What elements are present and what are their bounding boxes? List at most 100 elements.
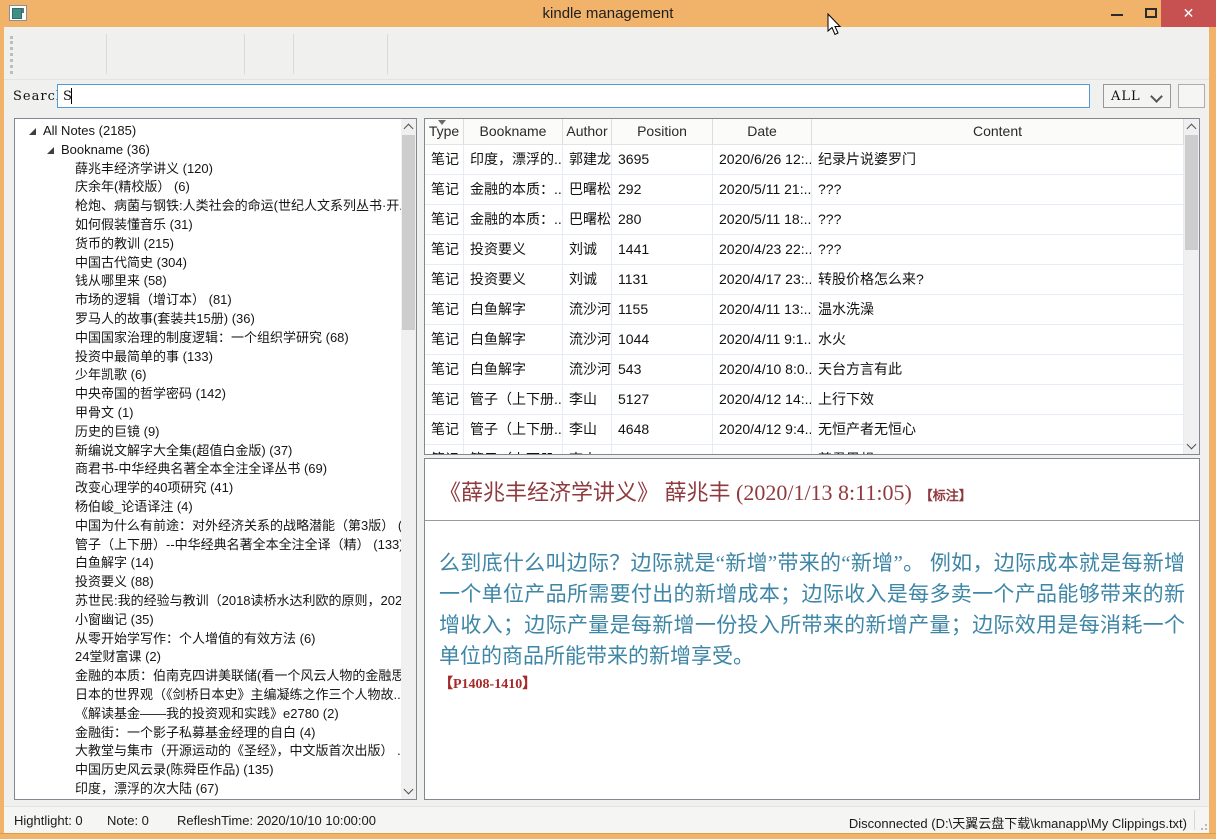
- tree-item[interactable]: 货币的教训 (215): [15, 235, 401, 254]
- tree-item[interactable]: 中国古代简史 (304): [15, 254, 401, 273]
- tree-item-label: 中国历史风云录(陈舜臣作品) (135): [75, 761, 274, 780]
- tree-item[interactable]: 从零开始学写作：个人增值的有效方法 (6): [15, 630, 401, 649]
- tree-item[interactable]: 金融街：一个影子私募基金经理的自白 (4): [15, 724, 401, 743]
- search-filter-value: ALL: [1111, 89, 1141, 104]
- tree-item[interactable]: 大教堂与集市（开源运动的《圣经》，中文版首次出版） ...: [15, 742, 401, 761]
- tree-item[interactable]: 甲骨文 (1): [15, 404, 401, 423]
- toolbar-grip-icon[interactable]: [10, 36, 13, 74]
- tree-item[interactable]: 24堂财富课 (2): [15, 648, 401, 667]
- tree-item[interactable]: 印度，漂浮的次大陆 (67): [15, 780, 401, 799]
- cell-date: 2020/5/11 18:...: [713, 205, 812, 235]
- table-row[interactable]: 笔记白鱼解字流沙河10442020/4/11 9:1...水火: [425, 325, 1184, 355]
- cell-bookname: 投资要义: [464, 265, 563, 295]
- tree-item[interactable]: 新编说文解字大全集(超值白金版) (37): [15, 442, 401, 461]
- minimize-button[interactable]: [1102, 0, 1132, 27]
- tree-item[interactable]: 投资要义 (88): [15, 573, 401, 592]
- cell-author: 流沙河: [563, 295, 612, 325]
- tree-item[interactable]: 少年凯歌 (6): [15, 366, 401, 385]
- table-row[interactable]: 笔记金融的本质：...巴曙松2802020/5/11 18:...???: [425, 205, 1184, 235]
- column-header[interactable]: Position: [612, 119, 713, 144]
- scroll-down-icon[interactable]: [1184, 438, 1199, 454]
- tree-item[interactable]: 市场的逻辑（增订本） (81): [15, 291, 401, 310]
- table-row[interactable]: 笔记投资要义刘诚14412020/4/23 22:...???: [425, 235, 1184, 265]
- tree-item[interactable]: 管子（上下册）--中华经典名著全本全注全译（精） (133): [15, 536, 401, 555]
- cell-content: 上行下效: [812, 385, 1184, 415]
- tree-item[interactable]: 金融的本质：伯南克四讲美联储(看一个风云人物的金融思...: [15, 667, 401, 686]
- table-body: 笔记印度，漂浮的...郭建龙36952020/6/26 12:...纪录片说婆罗…: [425, 145, 1184, 454]
- cell-author: 巴曙松: [563, 205, 612, 235]
- search-input[interactable]: [57, 84, 1090, 108]
- table-row[interactable]: 笔记管子（上下册...李山45772020/4/12 9:4...尊君思想: [425, 445, 1184, 454]
- tree-item[interactable]: 如何假装懂音乐 (31): [15, 216, 401, 235]
- tree-scrollbar[interactable]: [401, 119, 416, 799]
- tree-scrollbar-thumb[interactable]: [402, 135, 415, 330]
- tree-item[interactable]: 杨伯峻_论语译注 (4): [15, 498, 401, 517]
- tree-item-label: 大教堂与集市（开源运动的《圣经》，中文版首次出版） ...: [75, 742, 401, 761]
- cell-type: 笔记: [425, 355, 464, 385]
- column-header[interactable]: Date: [713, 119, 812, 144]
- resize-grip-icon[interactable]: [1198, 821, 1207, 830]
- table-row[interactable]: 笔记管子（上下册...李山46482020/4/12 9:4...无恒产者无恒心: [425, 415, 1184, 445]
- table-row[interactable]: 笔记白鱼解字流沙河5432020/4/10 8:0...天台方言有此: [425, 355, 1184, 385]
- status-note-count: Note: 0: [107, 813, 149, 828]
- tree-item[interactable]: 历史的巨镜 (9): [15, 423, 401, 442]
- tree-item-label: 从零开始学写作：个人增值的有效方法 (6): [75, 630, 316, 649]
- table-row[interactable]: 笔记管子（上下册...李山51272020/4/12 14:...上行下效: [425, 385, 1184, 415]
- close-button[interactable]: ✕: [1161, 0, 1216, 27]
- cell-position: 1044: [612, 325, 713, 355]
- search-filter-dropdown[interactable]: ALL: [1103, 84, 1171, 108]
- window-border-right: [1209, 27, 1216, 839]
- tree-item[interactable]: 苏世民:我的经验与教训（2018读桥水达利欧的原则，202...: [15, 592, 401, 611]
- table-scrollbar[interactable]: [1184, 119, 1199, 454]
- status-connection: Disconnected (D:\天翼云盘下载\kmanapp\My Clipp…: [849, 813, 1187, 832]
- tree-item[interactable]: 钱从哪里来 (58): [15, 272, 401, 291]
- tree-item-bookname[interactable]: Bookname (36): [15, 141, 401, 160]
- tree-item[interactable]: 白鱼解字 (14): [15, 554, 401, 573]
- tree-item[interactable]: 中国国家治理的制度逻辑：一个组织学研究 (68): [15, 329, 401, 348]
- tree-item[interactable]: 日本的世界观（《剑桥日本史》主编凝练之作三个人物故...: [15, 686, 401, 705]
- column-header[interactable]: Author: [563, 119, 612, 144]
- tree-expander-icon[interactable]: [29, 128, 36, 135]
- table-row[interactable]: 笔记金融的本质：...巴曙松2922020/5/11 21:...???: [425, 175, 1184, 205]
- search-button[interactable]: [1178, 84, 1205, 108]
- cell-bookname: 白鱼解字: [464, 325, 563, 355]
- tree-item-all-notes[interactable]: All Notes (2185): [15, 122, 401, 141]
- table-row[interactable]: 笔记白鱼解字流沙河11552020/4/11 13:...温水洗澡: [425, 295, 1184, 325]
- tree-item[interactable]: 小窗幽记 (35): [15, 611, 401, 630]
- cell-date: 2020/4/10 8:0...: [713, 355, 812, 385]
- table-scrollbar-thumb[interactable]: [1185, 135, 1198, 250]
- tree-item[interactable]: 中国为什么有前途：对外经济关系的战略潜能（第3版） (...: [15, 517, 401, 536]
- scroll-down-icon[interactable]: [401, 783, 416, 799]
- tree-expander-icon[interactable]: [47, 147, 54, 154]
- cell-type: 笔记: [425, 325, 464, 355]
- notes-tree-panel: All Notes (2185) Bookname (36) 薛兆丰经济学讲义 …: [14, 118, 417, 800]
- tree-item[interactable]: 《解读基金——我的投资观和实践》e2780 (2): [15, 705, 401, 724]
- table-row[interactable]: 笔记印度，漂浮的...郭建龙36952020/6/26 12:...纪录片说婆罗…: [425, 145, 1184, 175]
- cell-author: 刘诚: [563, 235, 612, 265]
- tree-item[interactable]: 庆余年(精校版） (6): [15, 178, 401, 197]
- table-row[interactable]: 笔记投资要义刘诚11312020/4/17 23:...转股价格怎么来?: [425, 265, 1184, 295]
- tree-item[interactable]: 中国历史风云录(陈舜臣作品) (135): [15, 761, 401, 780]
- scroll-up-icon[interactable]: [1184, 119, 1199, 135]
- titlebar[interactable]: kindle management ✕: [0, 0, 1216, 27]
- window-border-bottom: [0, 833, 1216, 839]
- cell-date: 2020/4/12 14:...: [713, 385, 812, 415]
- notes-table-panel: TypeBooknameAuthorPositionDateContent 笔记…: [424, 118, 1200, 455]
- tree-item[interactable]: 投资中最简单的事 (133): [15, 348, 401, 367]
- status-bar: Hightlight: 0 Note: 0 RefleshTime: 2020/…: [4, 806, 1209, 833]
- tree-item[interactable]: 枪炮、病菌与钢铁:人类社会的命运(世纪人文系列丛书·开...: [15, 197, 401, 216]
- tree-item[interactable]: 薛兆丰经济学讲义 (120): [15, 160, 401, 179]
- column-header[interactable]: Bookname: [464, 119, 563, 144]
- column-header[interactable]: Content: [812, 119, 1184, 144]
- tree-item[interactable]: 改变心理学的40项研究 (41): [15, 479, 401, 498]
- tree-item[interactable]: 商君书-中华经典名著全本全注全译丛书 (69): [15, 460, 401, 479]
- window-title: kindle management: [0, 5, 1216, 22]
- cell-author: 流沙河: [563, 325, 612, 355]
- scroll-up-icon[interactable]: [401, 119, 416, 135]
- cell-type: 笔记: [425, 385, 464, 415]
- tree-item-label: 小窗幽记 (35): [75, 611, 154, 630]
- tree-item-label: 中国国家治理的制度逻辑：一个组织学研究 (68): [75, 329, 349, 348]
- tree-item[interactable]: 中央帝国的哲学密码 (142): [15, 385, 401, 404]
- tree-item-label: 市场的逻辑（增订本） (81): [75, 291, 232, 310]
- tree-item[interactable]: 罗马人的故事(套装共15册) (36): [15, 310, 401, 329]
